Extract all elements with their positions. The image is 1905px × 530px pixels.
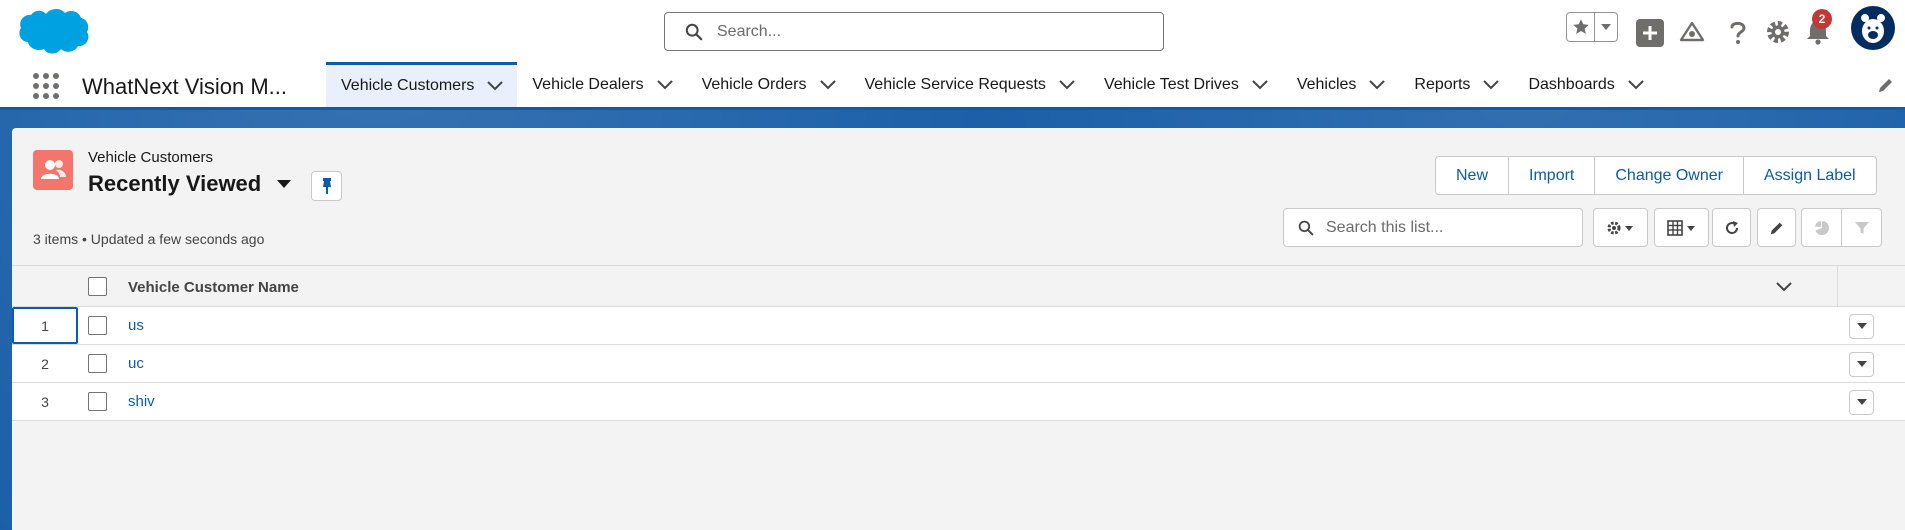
help-icon[interactable] (1724, 18, 1752, 46)
tab-vehicles[interactable]: Vehicles (1282, 62, 1400, 107)
import-button[interactable]: Import (1508, 157, 1594, 194)
chevron-down-icon[interactable] (656, 77, 673, 93)
chevron-down-icon[interactable] (1369, 77, 1386, 93)
table-header-row: Vehicle Customer Name (12, 265, 1905, 307)
records-table: Vehicle Customer Name 1 us 2 uc 3 shiv (12, 265, 1905, 421)
gear-icon (1607, 221, 1633, 234)
search-icon (685, 23, 703, 40)
list-status-text: 3 items • Updated a few seconds ago (33, 231, 265, 247)
chart-filter-button-group (1801, 208, 1882, 247)
change-owner-button[interactable]: Change Owner (1594, 157, 1743, 194)
record-link[interactable]: us (128, 317, 144, 334)
edit-list-button[interactable] (1757, 208, 1796, 247)
notification-count-badge: 2 (1812, 9, 1832, 29)
tab-vehicle-customers[interactable]: Vehicle Customers (326, 62, 518, 107)
global-actions-button[interactable] (1636, 19, 1664, 47)
tab-vehicle-dealers[interactable]: Vehicle Dealers (517, 62, 686, 107)
trailhead-icon[interactable] (1678, 18, 1706, 46)
tab-vehicle-test-drives[interactable]: Vehicle Test Drives (1089, 62, 1282, 107)
new-button[interactable]: New (1436, 157, 1508, 194)
list-search-placeholder: Search this list... (1326, 218, 1444, 236)
global-search-placeholder: Search... (717, 22, 782, 40)
tab-label: Reports (1414, 75, 1471, 93)
star-icon[interactable] (1567, 13, 1595, 41)
tab-label: Vehicles (1296, 75, 1357, 93)
list-settings-button[interactable] (1593, 208, 1648, 247)
tab-label: Dashboards (1528, 75, 1615, 93)
tab-label: Vehicle Orders (701, 75, 807, 93)
app-name: WhatNext Vision M... (82, 74, 287, 99)
list-view-name: Recently Viewed (88, 171, 262, 196)
tab-dashboards[interactable]: Dashboards (1513, 62, 1657, 107)
table-icon (1666, 219, 1695, 236)
tab-label: Vehicle Dealers (532, 75, 644, 93)
pencil-icon (1770, 222, 1782, 234)
list-view-selector[interactable]: Recently Viewed (88, 171, 292, 197)
caret-down-icon[interactable] (277, 179, 292, 189)
display-as-button[interactable] (1654, 208, 1709, 247)
pin-list-view-button[interactable] (311, 171, 342, 201)
tab-label: Vehicle Customers (341, 77, 475, 94)
global-header: Search... 2 (0, 0, 1905, 66)
row-actions-button[interactable] (1849, 390, 1874, 415)
list-search-input[interactable]: Search this list... (1283, 208, 1583, 247)
filter-icon (1842, 209, 1881, 246)
chevron-down-icon[interactable] (1595, 13, 1617, 41)
search-icon (1298, 220, 1314, 235)
list-actions-button-group: New Import Change Owner Assign Label (1435, 156, 1877, 195)
row-checkbox[interactable] (88, 354, 107, 373)
salesforce-logo[interactable] (16, 6, 90, 56)
tab-reports[interactable]: Reports (1399, 62, 1513, 107)
chevron-down-icon (1856, 361, 1867, 367)
favorites-button-group[interactable] (1566, 12, 1618, 42)
tab-label: Vehicle Service Requests (864, 75, 1046, 93)
record-link[interactable]: uc (128, 355, 144, 372)
app-launcher-icon[interactable] (32, 72, 60, 100)
row-actions-button[interactable] (1849, 352, 1874, 377)
chevron-down-icon[interactable] (1628, 77, 1644, 93)
record-link[interactable]: shiv (128, 393, 155, 410)
column-actions-chevron-icon[interactable] (1776, 279, 1792, 295)
row-actions-button[interactable] (1849, 314, 1874, 339)
chevron-down-icon (1856, 399, 1867, 405)
tab-vehicle-service-requests[interactable]: Vehicle Service Requests (850, 62, 1089, 107)
plus-icon (1643, 26, 1657, 40)
edit-nav-pencil-icon[interactable] (1877, 76, 1895, 94)
chevron-down-icon[interactable] (1059, 77, 1075, 93)
chevron-down-icon (1856, 323, 1867, 329)
chevron-down-icon[interactable] (1483, 77, 1500, 93)
setup-gear-icon[interactable] (1764, 18, 1792, 46)
app-navigation-bar: WhatNext Vision M... Vehicle Customers V… (0, 62, 1905, 110)
chevron-down-icon[interactable] (819, 77, 836, 93)
tab-vehicle-orders[interactable]: Vehicle Orders (687, 62, 850, 107)
select-all-checkbox[interactable] (88, 277, 107, 296)
user-avatar[interactable] (1851, 6, 1895, 50)
row-checkbox[interactable] (88, 392, 107, 411)
table-row: 1 us (12, 307, 1905, 345)
refresh-icon (1725, 220, 1738, 234)
refresh-button[interactable] (1712, 208, 1751, 247)
row-number: 2 (41, 355, 49, 372)
global-search-input[interactable]: Search... (664, 12, 1164, 51)
object-label: Vehicle Customers (88, 149, 214, 166)
row-checkbox[interactable] (88, 316, 107, 335)
table-row: 3 shiv (12, 383, 1905, 421)
customers-object-icon (33, 150, 73, 190)
chevron-down-icon[interactable] (1252, 77, 1268, 93)
column-header-vehicle-customer-name[interactable]: Vehicle Customer Name (128, 279, 299, 296)
tab-label: Vehicle Test Drives (1103, 75, 1239, 93)
pin-icon (322, 178, 331, 194)
assign-label-button[interactable]: Assign Label (1742, 157, 1876, 194)
column-divider (1837, 266, 1838, 307)
chart-icon (1802, 209, 1842, 246)
nav-tabs: Vehicle Customers Vehicle Dealers Vehicl… (326, 62, 1658, 107)
row-number: 3 (41, 393, 49, 410)
chevron-down-icon[interactable] (487, 78, 504, 94)
table-row: 2 uc (12, 345, 1905, 383)
row-number: 1 (12, 307, 78, 344)
